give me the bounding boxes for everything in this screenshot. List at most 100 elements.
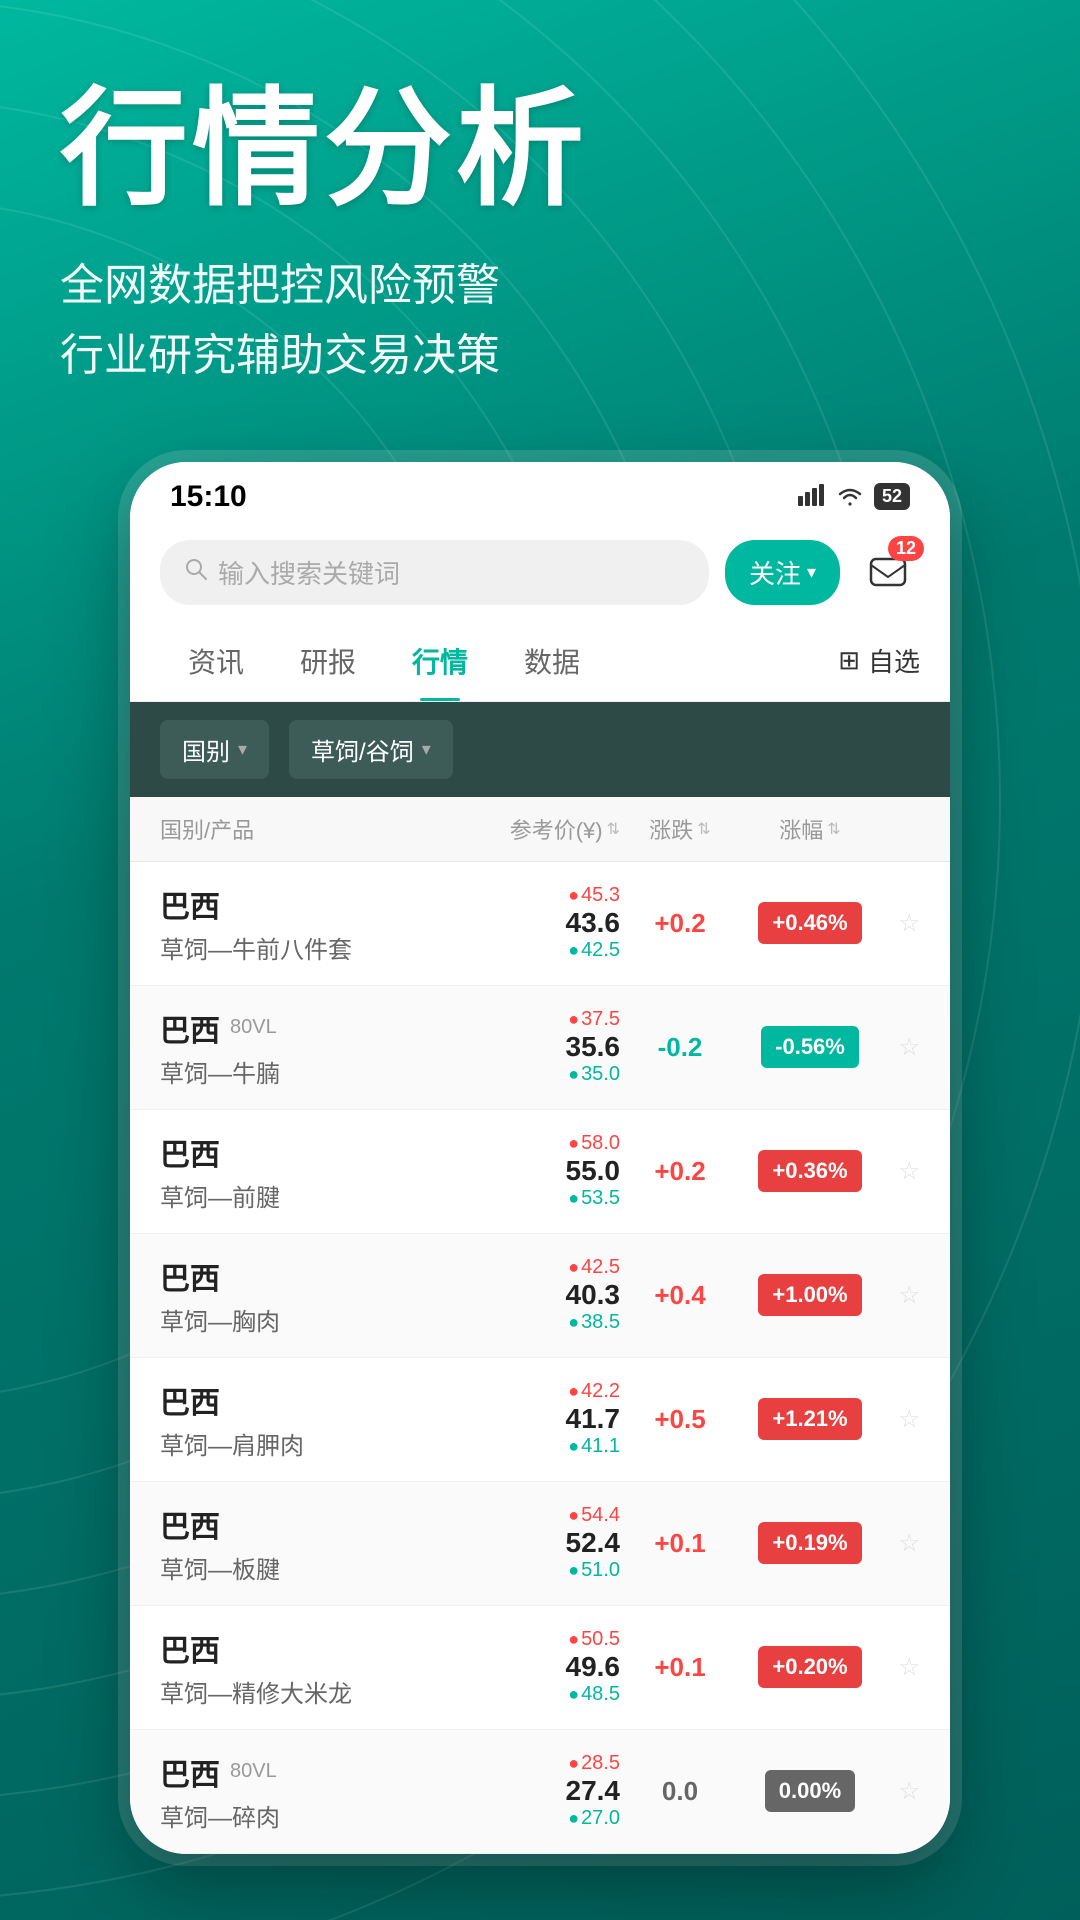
price-high-4: 42.2	[581, 1380, 620, 1402]
filter-country-label: 国别	[182, 732, 230, 767]
follow-chevron-icon: ▾	[807, 562, 816, 583]
table-row[interactable]: 巴西 草饲—前腱 ●58.0 55.0 ●53.5 +0.2 +0.36% ☆	[130, 1110, 950, 1234]
star-icon-2[interactable]: ☆	[898, 1158, 920, 1185]
row-price-2: ●58.0 55.0 ●53.5	[423, 1132, 620, 1210]
filter-feed-arrow: ▾	[422, 739, 431, 760]
row-product-6: 巴西 草饲—精修大米龙	[160, 1626, 423, 1709]
price-low-6: 48.5	[581, 1683, 620, 1705]
row-country-6: 巴西	[160, 1626, 423, 1670]
row-star-2[interactable]: ☆	[880, 1157, 920, 1186]
table-row[interactable]: 巴西 草饲—精修大米龙 ●50.5 49.6 ●48.5 +0.1 +0.20%…	[130, 1606, 950, 1730]
row-country-3: 巴西	[160, 1254, 423, 1298]
row-product-name-1: 草饲—牛腩	[160, 1054, 423, 1089]
row-price-1: ●37.5 35.6 ●35.0	[423, 1008, 620, 1086]
phone-container: 15:10 52	[0, 462, 1080, 1854]
row-pct-5: +0.19%	[740, 1522, 880, 1564]
row-country-4: 巴西	[160, 1378, 423, 1422]
star-icon-0[interactable]: ☆	[898, 910, 920, 937]
follow-label: 关注	[749, 554, 801, 591]
hero-title: 行情分析	[60, 80, 1020, 221]
watchlist-icon: ⊞	[838, 645, 860, 676]
table-row[interactable]: 巴西 草饲—胸肉 ●42.5 40.3 ●38.5 +0.4 +1.00% ☆	[130, 1234, 950, 1358]
row-pct-2: +0.36%	[740, 1150, 880, 1192]
nav-tabs: 资讯 研报 行情 数据 ⊞ 自选	[130, 621, 950, 702]
row-price-6: ●50.5 49.6 ●48.5	[423, 1628, 620, 1706]
star-icon-7[interactable]: ☆	[898, 1778, 920, 1805]
row-star-5[interactable]: ☆	[880, 1529, 920, 1558]
sort-price-icon[interactable]: ⇅	[607, 819, 620, 839]
tab-market[interactable]: 行情	[384, 621, 496, 701]
row-star-1[interactable]: ☆	[880, 1033, 920, 1062]
search-icon	[184, 557, 208, 588]
search-area: 输入搜索关键词 关注 ▾ 12	[130, 524, 950, 621]
price-high-1: 37.5	[581, 1008, 620, 1030]
row-product-2: 巴西 草饲—前腱	[160, 1130, 423, 1213]
star-icon-4[interactable]: ☆	[898, 1406, 920, 1433]
row-tag-1: 80VL	[230, 1016, 277, 1039]
row-product-name-2: 草饲—前腱	[160, 1178, 423, 1213]
filter-feed[interactable]: 草饲/谷饲 ▾	[289, 720, 453, 779]
battery-level: 52	[874, 483, 910, 510]
price-main-3: 40.3	[423, 1279, 620, 1311]
row-country-7: 巴西 80VL	[160, 1750, 423, 1794]
row-price-3: ●42.5 40.3 ●38.5	[423, 1256, 620, 1334]
row-product-4: 巴西 草饲—肩胛肉	[160, 1378, 423, 1461]
tab-news[interactable]: 资讯	[160, 621, 272, 701]
col-header-product: 国别/产品	[160, 813, 423, 845]
price-low-7: 27.0	[581, 1807, 620, 1829]
star-icon-5[interactable]: ☆	[898, 1530, 920, 1557]
row-change-5: +0.1	[620, 1528, 740, 1559]
row-change-4: +0.5	[620, 1404, 740, 1435]
row-star-3[interactable]: ☆	[880, 1281, 920, 1310]
message-button[interactable]: 12	[856, 540, 920, 604]
row-product-7: 巴西 80VL 草饲—碎肉	[160, 1750, 423, 1833]
price-main-2: 55.0	[423, 1155, 620, 1187]
row-pct-7: 0.00%	[740, 1770, 880, 1812]
table-header: 国别/产品 参考价(¥) ⇅ 涨跌 ⇅ 涨幅 ⇅	[130, 797, 950, 862]
star-icon-6[interactable]: ☆	[898, 1654, 920, 1681]
filter-feed-label: 草饲/谷饲	[311, 732, 414, 767]
row-change-6: +0.1	[620, 1652, 740, 1683]
tab-research[interactable]: 研报	[272, 621, 384, 701]
tab-data[interactable]: 数据	[496, 621, 608, 701]
table-row[interactable]: 巴西 80VL 草饲—牛腩 ●37.5 35.6 ●35.0 -0.2 -0.5…	[130, 986, 950, 1110]
signal-icon	[798, 481, 826, 513]
status-time: 15:10	[170, 480, 247, 514]
sort-pct-icon[interactable]: ⇅	[827, 819, 840, 839]
row-price-4: ●42.2 41.7 ●41.1	[423, 1380, 620, 1458]
row-star-6[interactable]: ☆	[880, 1653, 920, 1682]
search-placeholder-text: 输入搜索关键词	[218, 554, 400, 591]
row-change-0: +0.2	[620, 908, 740, 939]
price-high-7: 28.5	[581, 1752, 620, 1774]
table-row[interactable]: 巴西 草饲—牛前八件套 ●45.3 43.6 ●42.5 +0.2 +0.46%…	[130, 862, 950, 986]
row-product-name-7: 草饲—碎肉	[160, 1798, 423, 1833]
watchlist-button[interactable]: ⊞ 自选	[838, 642, 920, 679]
row-star-4[interactable]: ☆	[880, 1405, 920, 1434]
filter-country[interactable]: 国别 ▾	[160, 720, 269, 779]
price-main-0: 43.6	[423, 907, 620, 939]
table-row[interactable]: 巴西 80VL 草饲—碎肉 ●28.5 27.4 ●27.0 0.0 0.00%…	[130, 1730, 950, 1854]
price-high-2: 58.0	[581, 1132, 620, 1154]
row-product-0: 巴西 草饲—牛前八件套	[160, 882, 423, 965]
row-pct-6: +0.20%	[740, 1646, 880, 1688]
table-row[interactable]: 巴西 草饲—板腱 ●54.4 52.4 ●51.0 +0.1 +0.19% ☆	[130, 1482, 950, 1606]
star-icon-3[interactable]: ☆	[898, 1282, 920, 1309]
sort-change-icon[interactable]: ⇅	[697, 819, 710, 839]
price-low-4: 41.1	[581, 1435, 620, 1457]
row-product-name-0: 草饲—牛前八件套	[160, 930, 423, 965]
row-price-5: ●54.4 52.4 ●51.0	[423, 1504, 620, 1582]
row-product-name-4: 草饲—肩胛肉	[160, 1426, 423, 1461]
row-star-0[interactable]: ☆	[880, 909, 920, 938]
star-icon-1[interactable]: ☆	[898, 1034, 920, 1061]
price-low-3: 38.5	[581, 1311, 620, 1333]
row-star-7[interactable]: ☆	[880, 1777, 920, 1806]
table-row[interactable]: 巴西 草饲—肩胛肉 ●42.2 41.7 ●41.1 +0.5 +1.21% ☆	[130, 1358, 950, 1482]
follow-button[interactable]: 关注 ▾	[725, 540, 840, 605]
row-product-1: 巴西 80VL 草饲—牛腩	[160, 1006, 423, 1089]
price-main-7: 27.4	[423, 1775, 620, 1807]
status-icons: 52	[798, 481, 910, 513]
price-high-0: 45.3	[581, 884, 620, 906]
search-input-wrapper[interactable]: 输入搜索关键词	[160, 540, 709, 605]
price-high-5: 54.4	[581, 1504, 620, 1526]
row-country-1: 巴西 80VL	[160, 1006, 423, 1050]
